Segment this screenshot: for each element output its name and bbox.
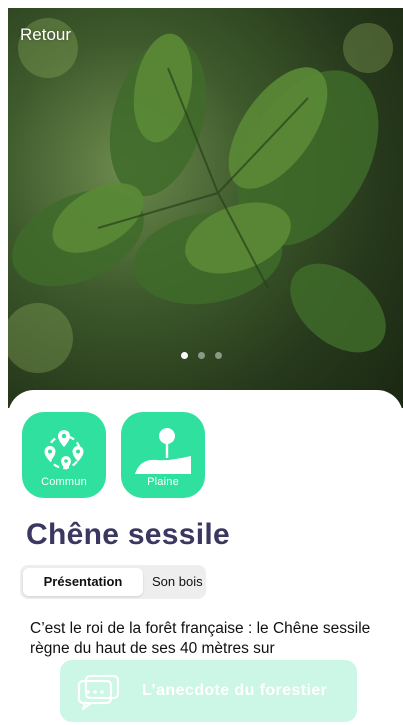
category-label: Plaine [147, 476, 179, 488]
category-tile-commun[interactable]: Commun [22, 412, 106, 498]
species-title: Chêne sessile [26, 518, 231, 551]
category-tile-plaine[interactable]: Plaine [121, 412, 205, 498]
back-button[interactable]: Retour [20, 25, 71, 45]
carousel-indicator [0, 352, 403, 359]
anecdote-button-label: L’anecdote du forestier [142, 682, 328, 699]
anecdote-button[interactable]: L’anecdote du forestier [60, 660, 357, 722]
oak-leaves-image [8, 18, 393, 373]
species-photo[interactable] [8, 8, 403, 408]
carousel-dot[interactable] [215, 352, 222, 359]
tab-bar: Présentation Son bois [20, 565, 206, 599]
carousel-dot[interactable] [181, 352, 188, 359]
species-description: C’est le roi de la forêt française : le … [30, 620, 371, 657]
speech-bubbles-icon [77, 674, 120, 710]
plain-icon [135, 428, 191, 474]
tab-son-bois[interactable]: Son bois [152, 568, 203, 596]
tab-presentation[interactable]: Présentation [23, 568, 143, 596]
category-label: Commun [41, 476, 87, 488]
carousel-dot[interactable] [198, 352, 205, 359]
map-pins-icon [44, 430, 84, 470]
